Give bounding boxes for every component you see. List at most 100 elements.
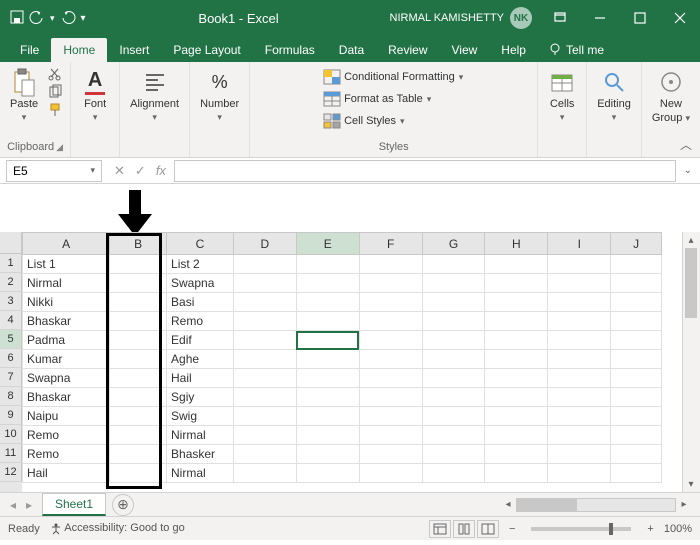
worksheet-grid[interactable]: 123456789101112 ABCDEFGHIJ List 1List 2N… <box>0 232 700 492</box>
conditional-formatting-button[interactable]: Conditional Formatting ▾ <box>320 68 467 86</box>
close-icon[interactable] <box>660 0 700 36</box>
row-header-9[interactable]: 9 <box>0 406 22 425</box>
minimize-icon[interactable] <box>580 0 620 36</box>
cell-J3[interactable] <box>611 293 662 312</box>
view-normal-icon[interactable] <box>429 520 451 538</box>
accessibility-status[interactable]: Accessibility: Good to go <box>50 522 185 534</box>
col-header-H[interactable]: H <box>485 233 548 255</box>
redo-icon[interactable] <box>61 10 75 27</box>
cell-I5[interactable] <box>548 331 611 350</box>
cell-B9[interactable] <box>110 407 167 426</box>
cell-E8[interactable] <box>296 388 359 407</box>
row-header-8[interactable]: 8 <box>0 387 22 406</box>
cell-H2[interactable] <box>485 274 548 293</box>
cell-A12[interactable]: Hail <box>23 464 110 483</box>
cell-C7[interactable]: Hail <box>167 369 234 388</box>
cell-I3[interactable] <box>548 293 611 312</box>
row-header-3[interactable]: 3 <box>0 292 22 311</box>
horizontal-scrollbar[interactable]: ◂ ▸ <box>500 497 700 513</box>
cancel-formula-icon[interactable]: ✕ <box>114 163 125 179</box>
scroll-down-icon[interactable]: ▾ <box>683 476 699 492</box>
cell-E4[interactable] <box>296 312 359 331</box>
view-page-break-icon[interactable] <box>477 520 499 538</box>
cell-G5[interactable] <box>422 331 485 350</box>
cell-I7[interactable] <box>548 369 611 388</box>
new-group-button[interactable]: New Group ▾ <box>648 66 694 126</box>
cell-B2[interactable] <box>110 274 167 293</box>
cell-D12[interactable] <box>233 464 296 483</box>
cell-I9[interactable] <box>548 407 611 426</box>
col-header-C[interactable]: C <box>167 233 234 255</box>
cell-E11[interactable] <box>296 445 359 464</box>
cell-H10[interactable] <box>485 426 548 445</box>
row-header-4[interactable]: 4 <box>0 311 22 330</box>
cell-F9[interactable] <box>359 407 422 426</box>
formula-bar[interactable] <box>174 160 676 182</box>
cell-G6[interactable] <box>422 350 485 369</box>
tab-file[interactable]: File <box>8 38 51 62</box>
cell-C8[interactable]: Sgiy <box>167 388 234 407</box>
cell-E2[interactable] <box>296 274 359 293</box>
cell-E5[interactable] <box>296 331 359 350</box>
cell-F12[interactable] <box>359 464 422 483</box>
tab-formulas[interactable]: Formulas <box>253 38 327 62</box>
cell-B11[interactable] <box>110 445 167 464</box>
cell-J12[interactable] <box>611 464 662 483</box>
font-button[interactable]: A Font ▾ <box>77 66 113 125</box>
cell-D5[interactable] <box>233 331 296 350</box>
name-box[interactable]: E5▾ <box>6 160 102 182</box>
cell-J4[interactable] <box>611 312 662 331</box>
row-header-7[interactable]: 7 <box>0 368 22 387</box>
cell-H1[interactable] <box>485 255 548 274</box>
cell-H12[interactable] <box>485 464 548 483</box>
cell-H6[interactable] <box>485 350 548 369</box>
cell-G9[interactable] <box>422 407 485 426</box>
vscroll-thumb[interactable] <box>685 248 697 318</box>
row-header-11[interactable]: 11 <box>0 444 22 463</box>
view-page-layout-icon[interactable] <box>453 520 475 538</box>
col-header-J[interactable]: J <box>611 233 662 255</box>
cell-D9[interactable] <box>233 407 296 426</box>
cell-E7[interactable] <box>296 369 359 388</box>
cell-C6[interactable]: Aghe <box>167 350 234 369</box>
cell-I12[interactable] <box>548 464 611 483</box>
cell-A5[interactable]: Padma <box>23 331 110 350</box>
tab-help[interactable]: Help <box>489 38 538 62</box>
cell-G1[interactable] <box>422 255 485 274</box>
cell-H3[interactable] <box>485 293 548 312</box>
cell-I10[interactable] <box>548 426 611 445</box>
cell-D8[interactable] <box>233 388 296 407</box>
row-header-2[interactable]: 2 <box>0 273 22 292</box>
expand-formula-bar-icon[interactable]: ⌄ <box>684 165 692 176</box>
cell-A6[interactable]: Kumar <box>23 350 110 369</box>
cell-A8[interactable]: Bhaskar <box>23 388 110 407</box>
cell-B1[interactable] <box>110 255 167 274</box>
cell-B4[interactable] <box>110 312 167 331</box>
cell-F8[interactable] <box>359 388 422 407</box>
col-header-I[interactable]: I <box>548 233 611 255</box>
cell-I6[interactable] <box>548 350 611 369</box>
cell-G8[interactable] <box>422 388 485 407</box>
cell-D2[interactable] <box>233 274 296 293</box>
col-header-E[interactable]: E <box>296 233 359 255</box>
cell-I8[interactable] <box>548 388 611 407</box>
cell-H8[interactable] <box>485 388 548 407</box>
qat-customize-icon[interactable]: ▾ <box>81 13 86 24</box>
cell-J10[interactable] <box>611 426 662 445</box>
cell-G12[interactable] <box>422 464 485 483</box>
editing-button[interactable]: Editing ▾ <box>593 66 635 125</box>
format-painter-icon[interactable] <box>46 102 64 118</box>
cell-F5[interactable] <box>359 331 422 350</box>
cell-C5[interactable]: Edif <box>167 331 234 350</box>
cell-B8[interactable] <box>110 388 167 407</box>
cell-J2[interactable] <box>611 274 662 293</box>
cell-C11[interactable]: Bhasker <box>167 445 234 464</box>
tell-me-search[interactable]: Tell me <box>538 38 614 62</box>
cell-I4[interactable] <box>548 312 611 331</box>
cell-C12[interactable]: Nirmal <box>167 464 234 483</box>
cell-H4[interactable] <box>485 312 548 331</box>
tab-view[interactable]: View <box>440 38 490 62</box>
cell-E9[interactable] <box>296 407 359 426</box>
cell-H9[interactable] <box>485 407 548 426</box>
cell-J6[interactable] <box>611 350 662 369</box>
